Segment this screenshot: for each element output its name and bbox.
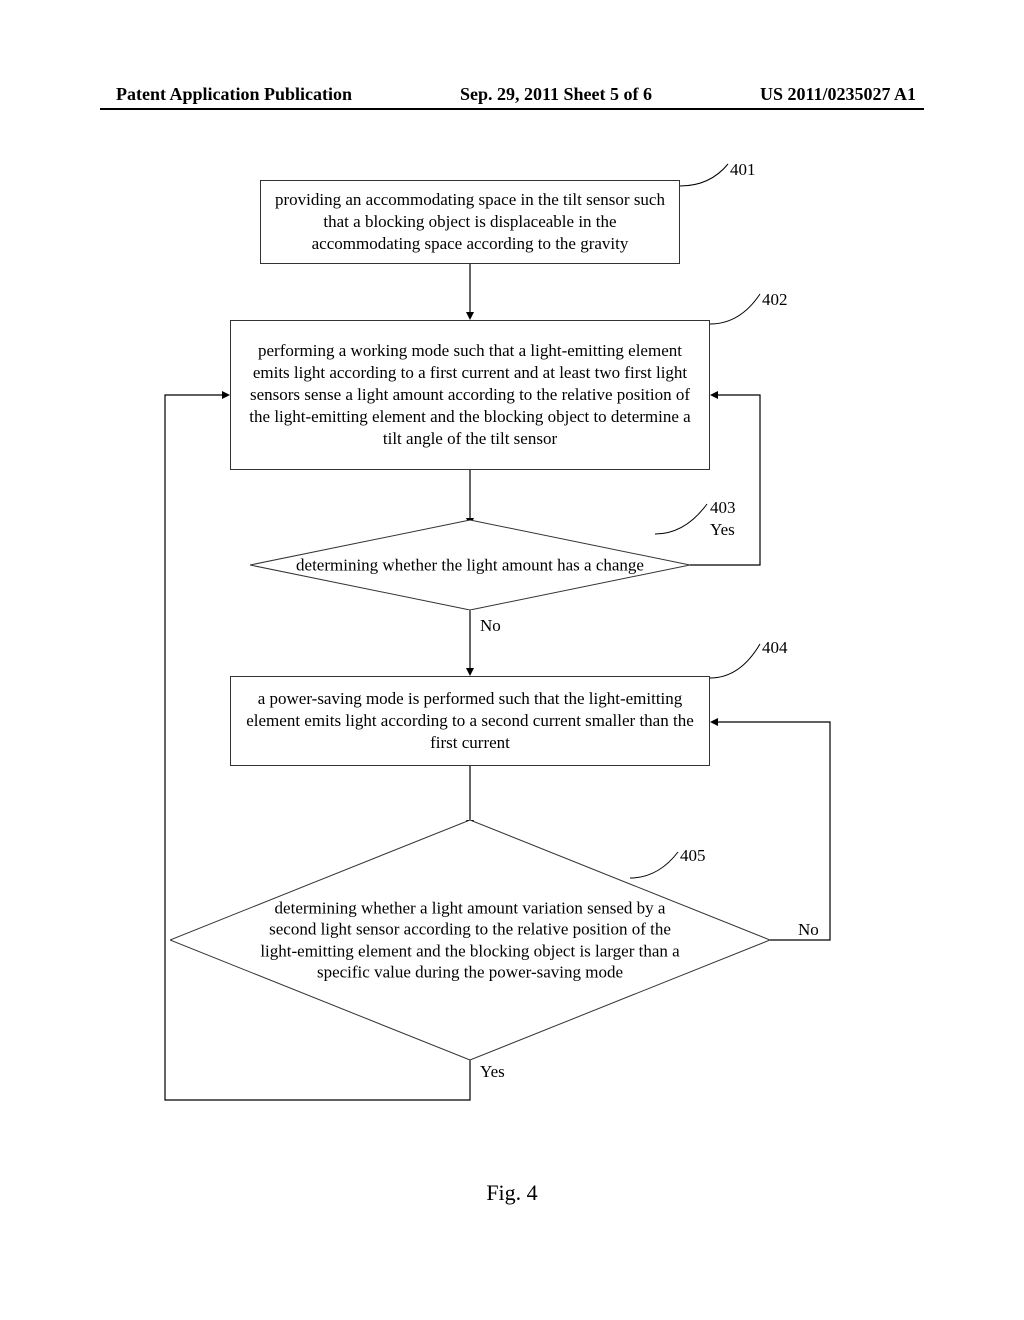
leader-404 [710, 640, 770, 684]
header-center: Sep. 29, 2011 Sheet 5 of 6 [460, 84, 652, 105]
page-header: Patent Application Publication Sep. 29, … [0, 84, 1024, 105]
step-401-text: providing an accommodating space in the … [271, 189, 669, 255]
leader-401 [680, 160, 740, 190]
arrow-405-yes [160, 390, 480, 1110]
header-left: Patent Application Publication [116, 84, 352, 105]
arrow-405-no [710, 718, 840, 948]
leader-402 [710, 290, 770, 330]
header-right: US 2011/0235027 A1 [760, 84, 916, 105]
figure-caption: Fig. 4 [0, 1180, 1024, 1206]
header-rule [100, 108, 924, 110]
leader-405 [630, 848, 685, 883]
branch-405-yes: Yes [480, 1062, 505, 1082]
step-401-box: providing an accommodating space in the … [260, 180, 680, 264]
arrow-401-402 [465, 264, 475, 320]
branch-403-no: No [480, 616, 501, 636]
arrow-403-yes [690, 390, 780, 570]
